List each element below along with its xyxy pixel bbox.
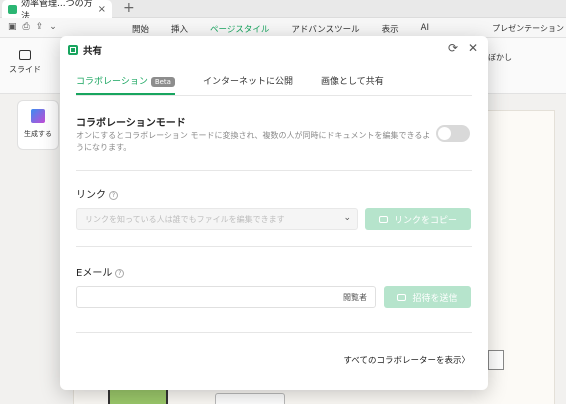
slide-icon bbox=[19, 50, 31, 60]
divider bbox=[76, 246, 472, 247]
copy-link-button[interactable]: リンクをコピー bbox=[365, 208, 471, 230]
share-tabs: コラボレーション Beta インターネットに公開 画像として共有 bbox=[76, 74, 472, 96]
menu-bar: ▣ ⎙ ⇪ ⌄ 開始 挿入 ページスタイル アドバンスツール 表示 AI プレゼ… bbox=[0, 18, 566, 39]
mail-icon bbox=[397, 293, 407, 301]
tab-collaboration-label: コラボレーション bbox=[76, 77, 148, 87]
role-select[interactable]: 閲覧者 bbox=[343, 292, 367, 303]
dialog-header: 共有 bbox=[68, 43, 102, 57]
link-title: リンク bbox=[76, 190, 106, 201]
share-dialog: 共有 ⟳ ✕ コラボレーション Beta インターネットに公開 画像として共有 コ… bbox=[60, 36, 488, 390]
link-permission-select[interactable]: リンクを知っている人は誰でもファイルを編集できます ⌄ bbox=[76, 208, 358, 230]
divider bbox=[76, 332, 472, 333]
tab-share-image[interactable]: 画像として共有 bbox=[321, 74, 384, 95]
generate-button[interactable]: 生成する bbox=[17, 100, 59, 150]
copy-icon bbox=[378, 215, 388, 223]
collab-mode-description: オンにするとコラボレーション モードに変換され、複数の人が同時にドキュメントを編… bbox=[76, 131, 431, 152]
new-tab-button[interactable]: + bbox=[123, 0, 135, 16]
tab-collaboration[interactable]: コラボレーション Beta bbox=[76, 74, 175, 95]
link-permission-placeholder: リンクを知っている人は誰でもファイルを編集できます bbox=[85, 215, 285, 224]
quick-access-toolbar: ▣ ⎙ ⇪ ⌄ bbox=[8, 22, 57, 32]
generate-label: 生成する bbox=[24, 130, 52, 138]
send-invite-button[interactable]: 招待を送信 bbox=[384, 286, 471, 308]
chevron-down-icon: ⌄ bbox=[343, 213, 351, 223]
slide-button[interactable]: スライド bbox=[6, 50, 44, 75]
document-tab[interactable]: 効率管理...つの方法 × bbox=[2, 0, 112, 22]
divider bbox=[76, 170, 472, 171]
email-help-icon[interactable]: ? bbox=[115, 269, 125, 278]
send-invite-label: 招待を送信 bbox=[412, 293, 458, 304]
email-input[interactable]: 閲覧者 bbox=[76, 286, 376, 308]
link-help-icon[interactable]: ? bbox=[109, 191, 118, 200]
print-icon[interactable]: ⎙ bbox=[23, 22, 30, 32]
slide-label: スライド bbox=[9, 65, 41, 74]
slide-text-box bbox=[215, 393, 285, 404]
browser-tab-bar: 効率管理...つの方法 × + bbox=[0, 0, 566, 22]
more-icon[interactable]: ⌄ bbox=[49, 22, 57, 32]
beta-badge: Beta bbox=[150, 77, 175, 87]
collab-mode-title: コラボレーションモード bbox=[76, 118, 186, 129]
document-icon bbox=[8, 4, 17, 14]
email-title: Eメール bbox=[76, 268, 113, 279]
email-section-title: Eメール? bbox=[76, 264, 125, 279]
view-all-collaborators-link[interactable]: すべてのコラボレーターを表示〉 bbox=[343, 354, 470, 366]
close-icon[interactable]: ✕ bbox=[468, 41, 478, 55]
chevron-right-icon: 〉 bbox=[461, 356, 470, 366]
export-icon[interactable]: ⇪ bbox=[36, 22, 44, 32]
refresh-icon[interactable]: ⟳ bbox=[448, 41, 458, 55]
tab-publish-web[interactable]: インターネットに公開 bbox=[203, 74, 293, 95]
tab-close-icon[interactable]: × bbox=[98, 4, 106, 15]
dialog-title: 共有 bbox=[83, 46, 103, 57]
ai-logo-icon bbox=[31, 109, 45, 123]
blur-button[interactable]: ぼかし bbox=[488, 52, 512, 63]
link-section-title: リンク? bbox=[76, 186, 118, 201]
slide-clipboard-icon bbox=[488, 350, 504, 370]
view-all-label: すべてのコラボレーターを表示 bbox=[343, 356, 462, 366]
copy-link-label: リンクをコピー bbox=[393, 215, 457, 226]
collab-mode-toggle[interactable] bbox=[436, 125, 470, 142]
presentation-button[interactable]: プレゼンテーション bbox=[492, 23, 564, 34]
save-icon[interactable]: ▣ bbox=[8, 22, 17, 32]
share-logo-icon bbox=[68, 45, 78, 55]
